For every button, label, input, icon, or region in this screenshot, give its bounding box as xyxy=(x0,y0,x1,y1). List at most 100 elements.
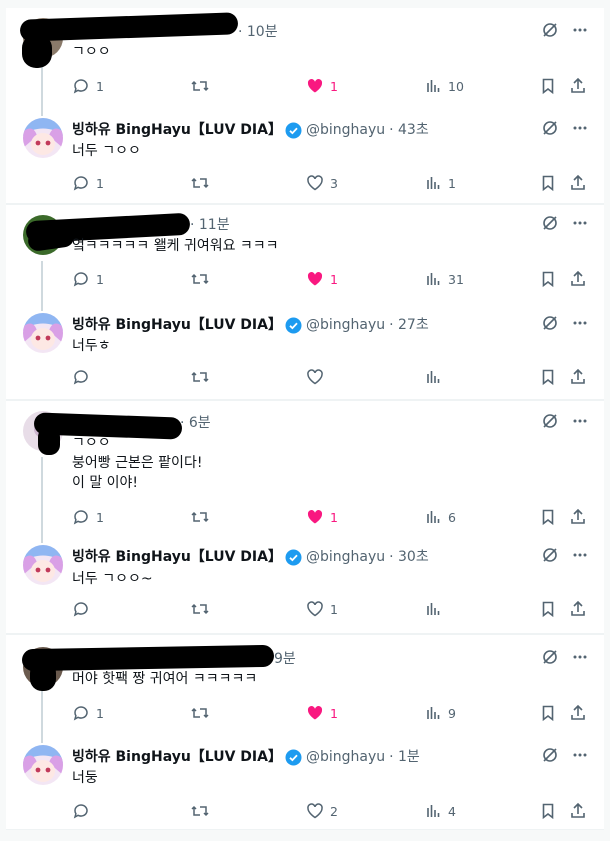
more-dots-icon[interactable] xyxy=(572,22,588,38)
reply-time[interactable]: 9분 xyxy=(274,649,296,669)
views-button[interactable]: 1 xyxy=(424,173,456,193)
more-dots-icon[interactable] xyxy=(572,649,588,665)
more-dots-icon[interactable] xyxy=(572,120,588,136)
author-name[interactable]: 빙하유 BingHayu【LUV DIA】 xyxy=(72,315,282,335)
bookmark-button[interactable] xyxy=(539,367,557,387)
bookmark-button[interactable] xyxy=(539,173,557,193)
grok-icon[interactable] xyxy=(542,22,558,38)
retweet-button[interactable] xyxy=(190,703,216,723)
bookmark-button[interactable] xyxy=(539,269,557,289)
bookmark-button[interactable] xyxy=(539,703,557,723)
share-button[interactable] xyxy=(569,173,587,193)
retweet-button[interactable] xyxy=(190,76,216,96)
retweet-button[interactable] xyxy=(190,801,216,821)
reply-button[interactable]: 1 xyxy=(72,507,104,527)
bar-chart-icon xyxy=(424,802,442,820)
reply-action-bar: 1 1 9 xyxy=(72,703,592,723)
binghayu-avatar[interactable] xyxy=(23,545,63,585)
grok-icon[interactable] xyxy=(542,649,558,665)
reply-header: · 10분 xyxy=(72,22,592,42)
share-upload-icon xyxy=(569,270,587,288)
retweet-arrows-icon xyxy=(190,174,210,192)
like-button[interactable]: 1 xyxy=(306,76,338,96)
bookmark-button[interactable] xyxy=(539,76,557,96)
share-button[interactable] xyxy=(569,599,587,619)
share-button[interactable] xyxy=(569,801,587,821)
grok-icon[interactable] xyxy=(542,547,558,563)
retweet-arrows-icon xyxy=(190,802,210,820)
answer-time[interactable]: · 27초 xyxy=(389,315,429,335)
grok-icon[interactable] xyxy=(542,120,558,136)
heart-icon xyxy=(306,802,324,820)
grok-icon[interactable] xyxy=(542,413,558,429)
reply-time[interactable]: · 11분 xyxy=(190,215,230,235)
retweet-button[interactable] xyxy=(190,599,216,619)
grok-icon[interactable] xyxy=(542,747,558,763)
reply-button[interactable] xyxy=(72,367,96,387)
like-button[interactable] xyxy=(306,367,330,387)
views-button[interactable]: 6 xyxy=(424,507,456,527)
grok-icon[interactable] xyxy=(542,215,558,231)
reply-time[interactable]: · 6분 xyxy=(180,413,211,433)
author-handle[interactable]: @binghayu xyxy=(306,547,385,567)
retweet-button[interactable] xyxy=(190,507,216,527)
like-button[interactable]: 1 xyxy=(306,269,338,289)
author-name[interactable]: 빙하유 BingHayu【LUV DIA】 xyxy=(72,120,282,140)
more-dots-icon[interactable] xyxy=(572,215,588,231)
views-button[interactable] xyxy=(424,367,448,387)
views-button[interactable]: 4 xyxy=(424,801,456,821)
like-button[interactable]: 1 xyxy=(306,599,338,619)
bookmark-icon xyxy=(539,600,557,618)
more-dots-icon[interactable] xyxy=(572,413,588,429)
share-button[interactable] xyxy=(569,703,587,723)
author-handle[interactable]: @binghayu xyxy=(306,747,385,767)
author-name[interactable]: 빙하유 BingHayu【LUV DIA】 xyxy=(72,547,282,567)
views-button[interactable]: 31 xyxy=(424,269,464,289)
retweet-button[interactable] xyxy=(190,269,216,289)
author-name[interactable]: 빙하유 BingHayu【LUV DIA】 xyxy=(72,747,282,767)
binghayu-avatar[interactable] xyxy=(23,313,63,353)
more-dots-icon[interactable] xyxy=(572,315,588,331)
share-button[interactable] xyxy=(569,269,587,289)
answer-text: 너두 ㄱㅇㅇ~ xyxy=(72,571,153,587)
verified-badge-icon xyxy=(285,122,302,139)
answer-time[interactable]: · 30초 xyxy=(389,547,429,567)
like-button[interactable]: 1 xyxy=(306,507,338,527)
views-button[interactable]: 10 xyxy=(424,76,464,96)
bookmark-button[interactable] xyxy=(539,599,557,619)
like-button[interactable]: 2 xyxy=(306,801,338,821)
answer-header: 빙하유 BingHayu【LUV DIA】 @binghayu · 27초 xyxy=(72,315,592,335)
heart-icon xyxy=(306,704,324,722)
more-dots-icon[interactable] xyxy=(572,747,588,763)
reply-button[interactable]: 1 xyxy=(72,76,104,96)
grok-icon[interactable] xyxy=(542,315,558,331)
views-button[interactable]: 9 xyxy=(424,703,456,723)
reply-header: · 6분 xyxy=(72,413,592,433)
views-button[interactable] xyxy=(424,599,448,619)
share-button[interactable] xyxy=(569,367,587,387)
more-dots-icon[interactable] xyxy=(572,547,588,563)
answer-time[interactable]: · 43초 xyxy=(389,120,429,140)
reply-time[interactable]: · 10분 xyxy=(238,22,278,42)
bookmark-button[interactable] xyxy=(539,801,557,821)
bookmark-button[interactable] xyxy=(539,507,557,527)
author-handle[interactable]: @binghayu xyxy=(306,315,385,335)
like-button[interactable]: 1 xyxy=(306,703,338,723)
retweet-button[interactable] xyxy=(190,173,216,193)
retweet-button[interactable] xyxy=(190,367,216,387)
share-button[interactable] xyxy=(569,507,587,527)
answer-text: 너두ㅎ xyxy=(72,338,111,354)
share-button[interactable] xyxy=(569,76,587,96)
binghayu-avatar[interactable] xyxy=(23,745,63,785)
reply-button[interactable] xyxy=(72,599,96,619)
reply-button[interactable]: 1 xyxy=(72,703,104,723)
answer-header: 빙하유 BingHayu【LUV DIA】 @binghayu · 30초 xyxy=(72,547,592,567)
reply-button[interactable]: 1 xyxy=(72,173,104,193)
answer-time[interactable]: · 1분 xyxy=(389,747,420,767)
reply-button[interactable] xyxy=(72,801,96,821)
like-button[interactable]: 3 xyxy=(306,173,338,193)
reply-button[interactable]: 1 xyxy=(72,269,104,289)
speech-bubble-icon xyxy=(72,270,90,288)
binghayu-avatar[interactable] xyxy=(23,118,63,158)
author-handle[interactable]: @binghayu xyxy=(306,120,385,140)
